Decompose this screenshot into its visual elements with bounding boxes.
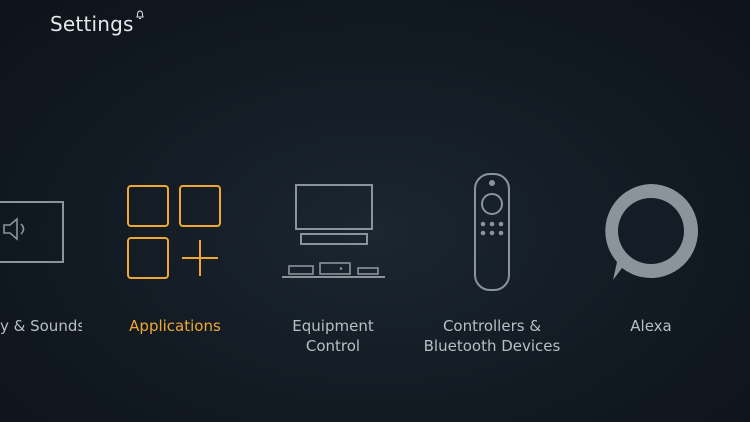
alexa-icon — [605, 184, 698, 280]
tile-label: y & Sounds — [0, 317, 82, 335]
tile-label: Applications — [129, 317, 221, 335]
apps-grid-icon — [127, 185, 221, 279]
tile-applications[interactable]: Applications — [95, 170, 255, 370]
settings-rail: y & Sounds Applications Equipment Contro… — [0, 170, 750, 370]
header: Settings — [50, 10, 145, 38]
page-title: Settings — [50, 12, 134, 36]
tile-alexa[interactable]: Alexa — [571, 170, 731, 370]
tile-label: Controllers & Bluetooth Devices — [423, 317, 561, 355]
notification-bell-icon — [136, 10, 144, 19]
equipment-icon — [282, 184, 385, 278]
remote-icon — [474, 173, 510, 291]
tile-equipment-control[interactable]: Equipment Control — [253, 170, 413, 370]
tile-label: Alexa — [630, 317, 672, 335]
tile-label: Equipment Control — [292, 317, 374, 355]
tile-controllers-bluetooth[interactable]: Controllers & Bluetooth Devices — [412, 170, 572, 370]
